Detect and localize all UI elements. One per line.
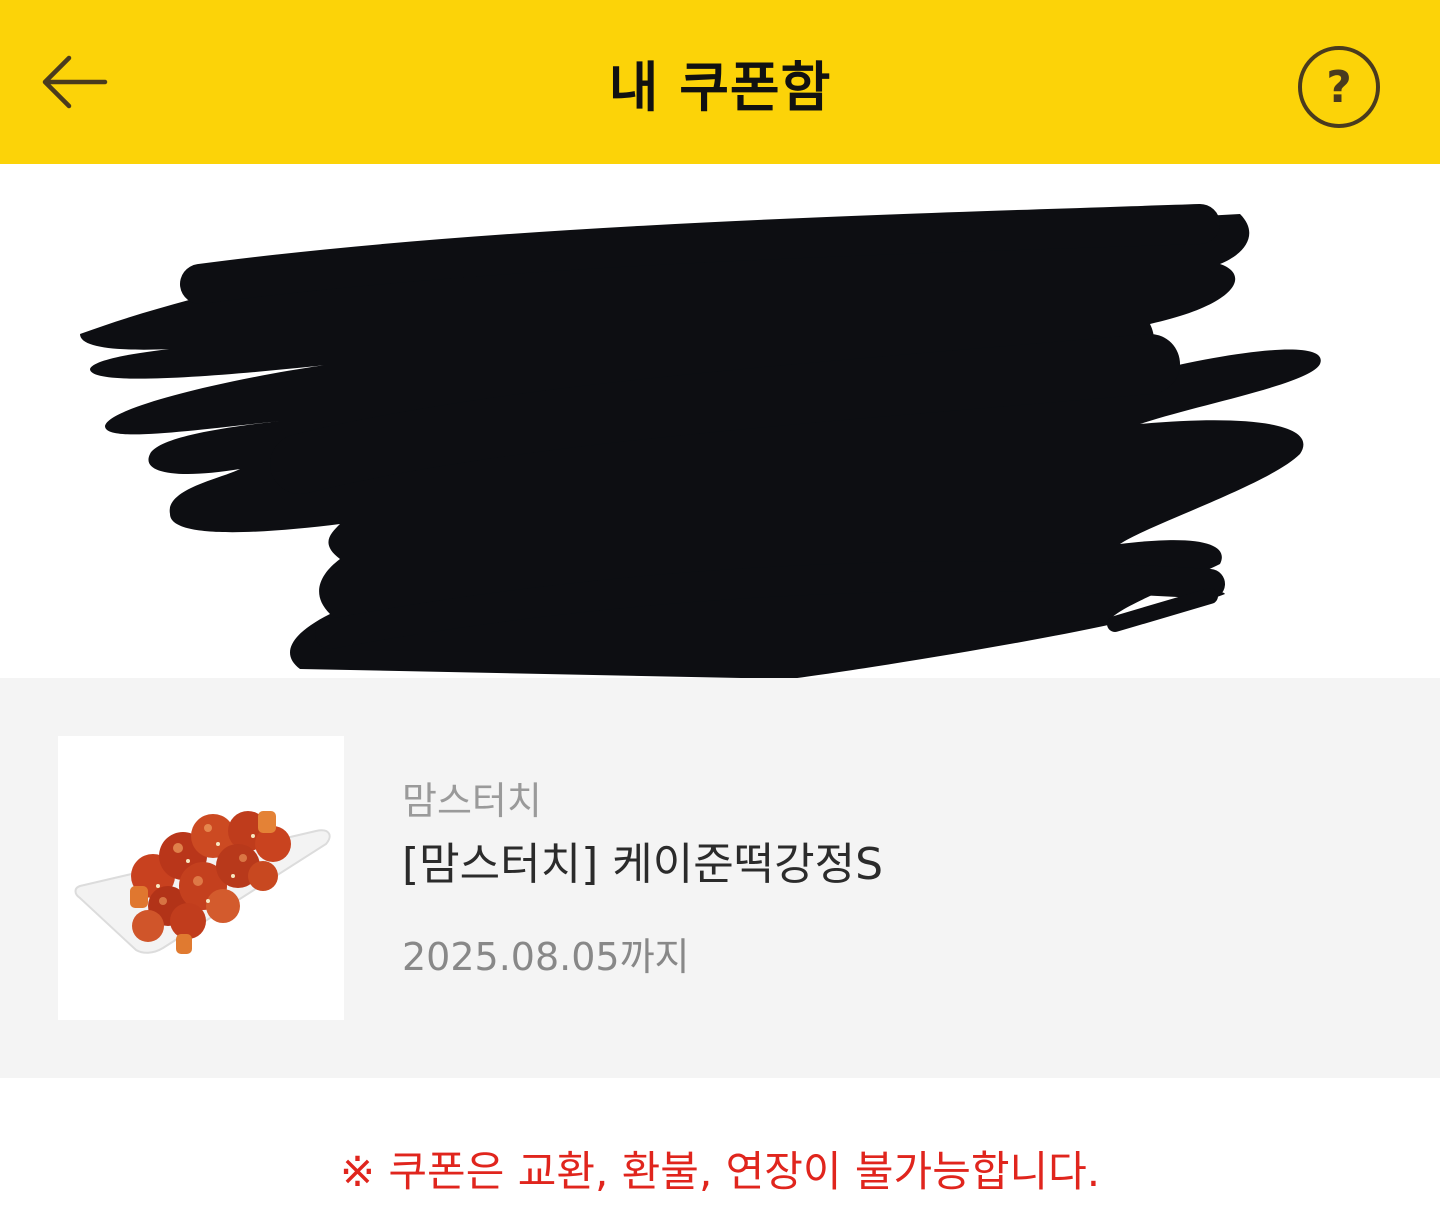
product-name: [맘스터치] 케이준떡강정S — [402, 839, 884, 890]
page-title: 내 쿠폰함 — [608, 55, 832, 119]
coupon-box-screen: 내 쿠폰함 ? 맘스터치 [맘스터치] 케이준떡강정S 2025.08.05까지… — [0, 0, 1440, 1214]
help-button[interactable]: ? — [1298, 46, 1380, 128]
expiry-date: 2025.08.05까지 — [402, 935, 690, 979]
arrow-left-icon — [42, 55, 108, 109]
app-header: 내 쿠폰함 ? — [0, 0, 1440, 164]
redaction-scribble — [80, 204, 1321, 678]
coupon-barcode-area — [0, 164, 1440, 678]
product-image — [58, 736, 344, 1020]
coupon-notice: ※ 쿠폰은 교환, 환불, 연장이 불가능합니다. — [339, 1147, 1101, 1196]
coupon-product-card[interactable]: 맘스터치 [맘스터치] 케이준떡강정S 2025.08.05까지 — [0, 678, 1440, 1078]
fried-chicken-icon — [74, 811, 331, 954]
question-circle-icon: ? — [1326, 61, 1352, 113]
back-button[interactable] — [30, 42, 118, 122]
brand-name: 맘스터치 — [402, 779, 542, 823]
